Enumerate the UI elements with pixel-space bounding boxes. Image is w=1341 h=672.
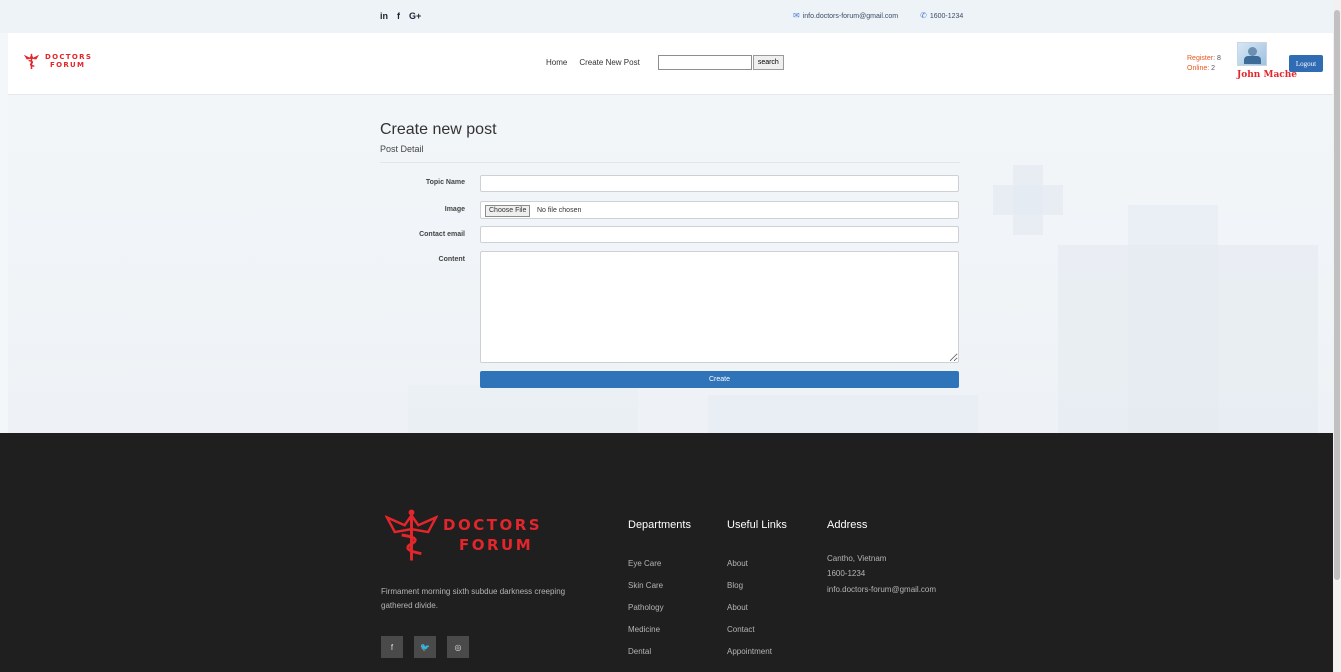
departments-heading: Departments (628, 519, 691, 531)
footer-link-department[interactable]: Skin Care (628, 581, 663, 590)
phone-icon: ✆ (920, 11, 927, 20)
image-label: Image (444, 206, 465, 213)
address-line: Cantho, Vietnam (827, 554, 887, 563)
footer-facebook-icon[interactable]: f (381, 636, 403, 658)
choose-file-button[interactable]: Choose File (485, 205, 531, 217)
page-scrollbar[interactable] (1333, 0, 1341, 672)
site-logo[interactable]: DOCTORS FORUM (22, 51, 92, 70)
scrollbar-thumb[interactable] (1334, 10, 1340, 580)
online-stat: Online: 2 (1187, 64, 1221, 74)
top-social-links: in f G+ (380, 11, 421, 21)
nav-home[interactable]: Home (546, 58, 567, 67)
facebook-icon[interactable]: f (397, 11, 400, 21)
contact-email-input[interactable] (480, 226, 959, 243)
address-line: info.doctors-forum@gmail.com (827, 585, 937, 594)
contact-email-label: Contact email (419, 231, 465, 238)
footer-link-department[interactable]: Pathology (628, 603, 664, 612)
register-label: Register: (1187, 55, 1216, 62)
avatar[interactable] (1237, 42, 1267, 66)
user-stats: Register: 8 Online: 2 (1187, 54, 1221, 74)
nav-create-post[interactable]: Create New Post (579, 58, 639, 67)
footer-useful-link[interactable]: Blog (727, 581, 743, 590)
caduceus-logo-icon (23, 53, 40, 70)
logo-line-2: FORUM (50, 60, 86, 69)
footer-logo-line-1: DOCTORS (443, 516, 543, 534)
top-contact-info: ✉ info.doctors-forum@gmail.com ✆ 1600-1234 (793, 11, 963, 20)
site-header: DOCTORS FORUM Home Create New Post searc… (8, 33, 1333, 95)
top-contact-bar: in f G+ ✉ info.doctors-forum@gmail.com ✆ 1… (0, 0, 1333, 33)
top-email-text: info.doctors-forum@gmail.com (802, 13, 899, 20)
create-button[interactable]: Create (480, 371, 959, 388)
bg-block-decoration (408, 385, 638, 433)
image-file-input[interactable]: Choose File No file chosen (480, 201, 959, 219)
logo-text: DOCTORS FORUM (45, 53, 92, 69)
search-input[interactable] (657, 55, 752, 70)
avatar-head (1248, 47, 1257, 56)
site-footer: DOCTORS FORUM Firmament morning sixth su… (0, 433, 1333, 672)
create-post-section: Create new post Post Detail Topic Name I… (8, 95, 1333, 433)
topic-name-input[interactable] (480, 175, 959, 192)
top-phone-text: 1600-1234 (929, 13, 964, 20)
footer-link-department[interactable]: Eye Care (628, 559, 661, 568)
footer-link-department[interactable]: Medicine (628, 625, 660, 634)
content-label: Content (438, 256, 465, 263)
register-stat: Register: 8 (1187, 54, 1221, 64)
footer-useful-link[interactable]: About (727, 559, 748, 568)
google-plus-icon[interactable]: G+ (409, 11, 421, 21)
useful-links-heading: Useful Links (727, 519, 787, 531)
bg-block-decoration (1128, 205, 1218, 433)
footer-logo-text: DOCTORS FORUM (443, 515, 542, 555)
bg-block-decoration (708, 395, 978, 433)
page-subtitle: Post Detail (380, 144, 424, 154)
address-line: 1600-1234 (827, 569, 866, 578)
avatar-body (1244, 56, 1261, 64)
footer-useful-link[interactable]: Appointment (727, 647, 772, 656)
envelope-icon: ✉ (793, 11, 800, 20)
top-email: ✉ info.doctors-forum@gmail.com (793, 11, 898, 20)
logo-line-1: DOCTORS (45, 52, 93, 61)
file-status: No file chosen (537, 207, 582, 214)
online-count: 2 (1211, 65, 1216, 72)
top-phone: ✆ 1600-1234 (920, 11, 963, 20)
logout-button[interactable]: Logout (1289, 55, 1323, 72)
footer-logo[interactable]: DOCTORS FORUM (385, 507, 542, 563)
footer-useful-link[interactable]: About (727, 603, 748, 612)
username[interactable]: John Mache (1237, 70, 1297, 80)
caduceus-logo-icon (385, 509, 438, 561)
footer-twitter-icon[interactable]: 🐦 (414, 636, 436, 658)
footer-link-department[interactable]: Dental (628, 647, 651, 656)
bg-cross-decoration (993, 185, 1063, 215)
register-count: 8 (1216, 55, 1221, 62)
footer-useful-link[interactable]: Contact (727, 625, 755, 634)
divider (380, 162, 960, 163)
content-textarea[interactable] (480, 251, 959, 363)
main-nav: Home Create New Post search (546, 55, 784, 70)
address-heading: Address (827, 519, 868, 531)
search-button[interactable]: search (752, 55, 784, 70)
page-title: Create new post (380, 121, 497, 138)
footer-tagline: Firmament morning sixth subdue darkness … (381, 587, 566, 610)
linkedin-icon[interactable]: in (380, 11, 388, 21)
footer-instagram-icon[interactable]: ◎ (447, 636, 469, 658)
footer-logo-line-2: FORUM (459, 536, 534, 554)
online-label: Online: (1187, 65, 1210, 72)
topic-name-label: Topic Name (425, 179, 465, 186)
